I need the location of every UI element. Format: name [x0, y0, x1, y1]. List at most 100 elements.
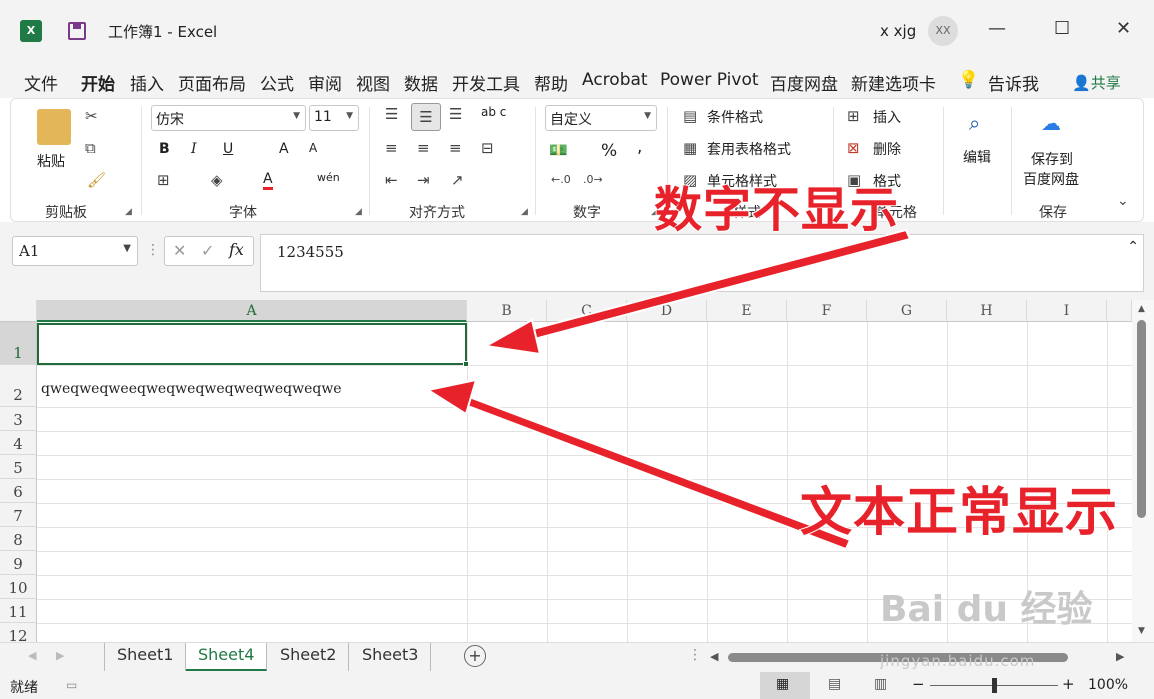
paste-icon[interactable] — [37, 109, 71, 145]
share-button[interactable]: 👤共享 — [1072, 72, 1121, 93]
underline-button[interactable]: U — [223, 141, 233, 157]
menu-file[interactable]: 文件 — [24, 70, 58, 95]
format-as-table-button[interactable]: 套用表格格式 — [707, 139, 791, 159]
hscroll-left-icon[interactable]: ◀ — [710, 650, 718, 663]
row-header-6[interactable]: 6 — [0, 479, 37, 503]
column-header-e[interactable]: E — [707, 300, 787, 322]
row-header-8[interactable]: 8 — [0, 527, 37, 551]
fill-color-icon[interactable]: ◈ — [211, 171, 223, 189]
format-painter-icon[interactable]: 🖌 — [87, 171, 106, 189]
search-icon[interactable]: ⌕ — [969, 111, 980, 135]
row-header-10[interactable]: 10 — [0, 575, 37, 599]
number-format-combo[interactable]: 自定义 ▼ — [545, 105, 657, 131]
currency-icon[interactable]: 💵 — [549, 141, 568, 159]
splitter-handle-icon[interactable]: ⋮ — [688, 647, 702, 663]
menu-home[interactable]: 开始 — [81, 70, 115, 95]
zoom-out-icon[interactable]: − — [912, 675, 925, 693]
menu-data[interactable]: 数据 — [404, 70, 438, 95]
column-header-g[interactable]: G — [867, 300, 947, 322]
tab-scroll-left-icon[interactable]: ◀ — [28, 649, 36, 662]
align-top-icon[interactable]: ☰ — [385, 105, 398, 123]
menu-insert[interactable]: 插入 — [130, 70, 164, 95]
dialog-launcher-icon[interactable]: ◢ — [355, 207, 362, 217]
column-header-f[interactable]: F — [787, 300, 867, 322]
phonetic-button[interactable]: wén — [317, 171, 340, 184]
menu-view[interactable]: 视图 — [356, 70, 390, 95]
delete-cells-button[interactable]: 删除 — [873, 139, 901, 159]
zoom-in-icon[interactable]: + — [1062, 675, 1075, 693]
bold-button[interactable]: B — [159, 141, 170, 157]
name-box[interactable]: A1 ▼ — [12, 236, 138, 266]
paste-button[interactable]: 粘贴 — [37, 151, 65, 171]
cancel-icon[interactable]: ✕ — [173, 241, 186, 260]
align-center-icon[interactable]: ≡ — [417, 139, 430, 157]
editing-button[interactable]: 编辑 — [963, 147, 991, 167]
conditional-format-button[interactable]: 条件格式 — [707, 107, 763, 127]
baidu-netdisk-icon[interactable]: ☁ — [1041, 111, 1061, 135]
column-header-d[interactable]: D — [627, 300, 707, 322]
align-right-icon[interactable]: ≡ — [449, 139, 462, 157]
cut-icon[interactable]: ✂ — [85, 107, 98, 125]
formula-input[interactable]: 1234555 ⌃ — [260, 234, 1144, 292]
page-break-view-icon[interactable]: ▥ — [874, 676, 887, 692]
active-cell-a1[interactable] — [37, 323, 467, 365]
row-header-11[interactable]: 11 — [0, 599, 37, 623]
font-name-combo[interactable]: 仿宋 ▼ — [151, 105, 306, 131]
fill-handle[interactable] — [463, 361, 469, 367]
insert-function-button[interactable]: fx — [229, 240, 244, 259]
page-layout-view-icon[interactable]: ▤ — [828, 676, 841, 692]
wrap-text-button[interactable]: ab c — [481, 105, 506, 119]
menu-help[interactable]: 帮助 — [534, 70, 568, 95]
collapse-ribbon-icon[interactable]: ⌄ — [1117, 193, 1129, 209]
row-header-5[interactable]: 5 — [0, 455, 37, 479]
tab-scroll-right-icon[interactable]: ▶ — [56, 649, 64, 662]
row-header-9[interactable]: 9 — [0, 551, 37, 575]
vertical-scrollbar[interactable]: ▲ ▼ — [1132, 300, 1154, 642]
save-to-line2[interactable]: 百度网盘 — [1023, 169, 1079, 189]
add-sheet-icon[interactable]: + — [464, 645, 486, 667]
minimize-button[interactable]: — — [988, 18, 1006, 39]
increase-decimal-icon[interactable]: ←.0 — [551, 173, 571, 186]
tell-me[interactable]: 告诉我 — [988, 70, 1039, 95]
close-button[interactable]: ✕ — [1116, 18, 1131, 39]
user-name[interactable]: x xjg — [880, 22, 916, 40]
menu-power-pivot[interactable]: Power Pivot — [660, 70, 759, 90]
cell-a2[interactable]: qweqweqweeqweqweqweqweqweqweqwe — [41, 381, 342, 397]
menu-acrobat[interactable]: Acrobat — [582, 70, 648, 90]
dialog-launcher-icon[interactable]: ◢ — [125, 207, 132, 217]
column-header-i[interactable]: I — [1027, 300, 1107, 322]
chevron-up-icon[interactable]: ⌃ — [1127, 239, 1139, 255]
vertical-scroll-thumb[interactable] — [1137, 320, 1146, 518]
column-header-b[interactable]: B — [467, 300, 547, 322]
align-left-icon[interactable]: ≡ — [385, 139, 398, 157]
column-header-c[interactable]: C — [547, 300, 627, 322]
normal-view-button[interactable]: ▦ — [760, 672, 810, 699]
comma-button[interactable]: , — [637, 137, 642, 157]
borders-icon[interactable]: ⊞ — [157, 171, 170, 189]
orientation-icon[interactable]: ↗ — [451, 171, 464, 189]
select-all-corner[interactable] — [0, 300, 37, 322]
font-color-button[interactable]: A — [263, 171, 273, 190]
decrease-indent-icon[interactable]: ⇤ — [385, 171, 398, 189]
tab-sheet4[interactable]: Sheet4 — [186, 643, 268, 671]
avatar[interactable]: XX — [928, 16, 958, 46]
merge-icon[interactable]: ⊟ — [481, 139, 494, 157]
decrease-decimal-icon[interactable]: .0→ — [583, 173, 603, 186]
row-header-4[interactable]: 4 — [0, 431, 37, 455]
dialog-launcher-icon[interactable]: ◢ — [521, 207, 528, 217]
menu-developer[interactable]: 开发工具 — [452, 70, 520, 95]
menu-formulas[interactable]: 公式 — [260, 70, 294, 95]
save-icon[interactable] — [68, 22, 86, 40]
zoom-slider-thumb[interactable] — [992, 678, 997, 693]
scroll-down-icon[interactable]: ▼ — [1138, 626, 1145, 636]
maximize-button[interactable]: ☐ — [1054, 18, 1070, 39]
row-header-12[interactable]: 12 — [0, 623, 37, 642]
row-header-7[interactable]: 7 — [0, 503, 37, 527]
menu-review[interactable]: 审阅 — [308, 70, 342, 95]
increase-indent-icon[interactable]: ⇥ — [417, 171, 430, 189]
macro-record-icon[interactable]: ▭ — [66, 678, 77, 692]
row-header-3[interactable]: 3 — [0, 407, 37, 431]
align-bottom-icon[interactable]: ☰ — [449, 105, 462, 123]
italic-button[interactable]: I — [191, 141, 197, 157]
menu-page-layout[interactable]: 页面布局 — [178, 70, 246, 95]
